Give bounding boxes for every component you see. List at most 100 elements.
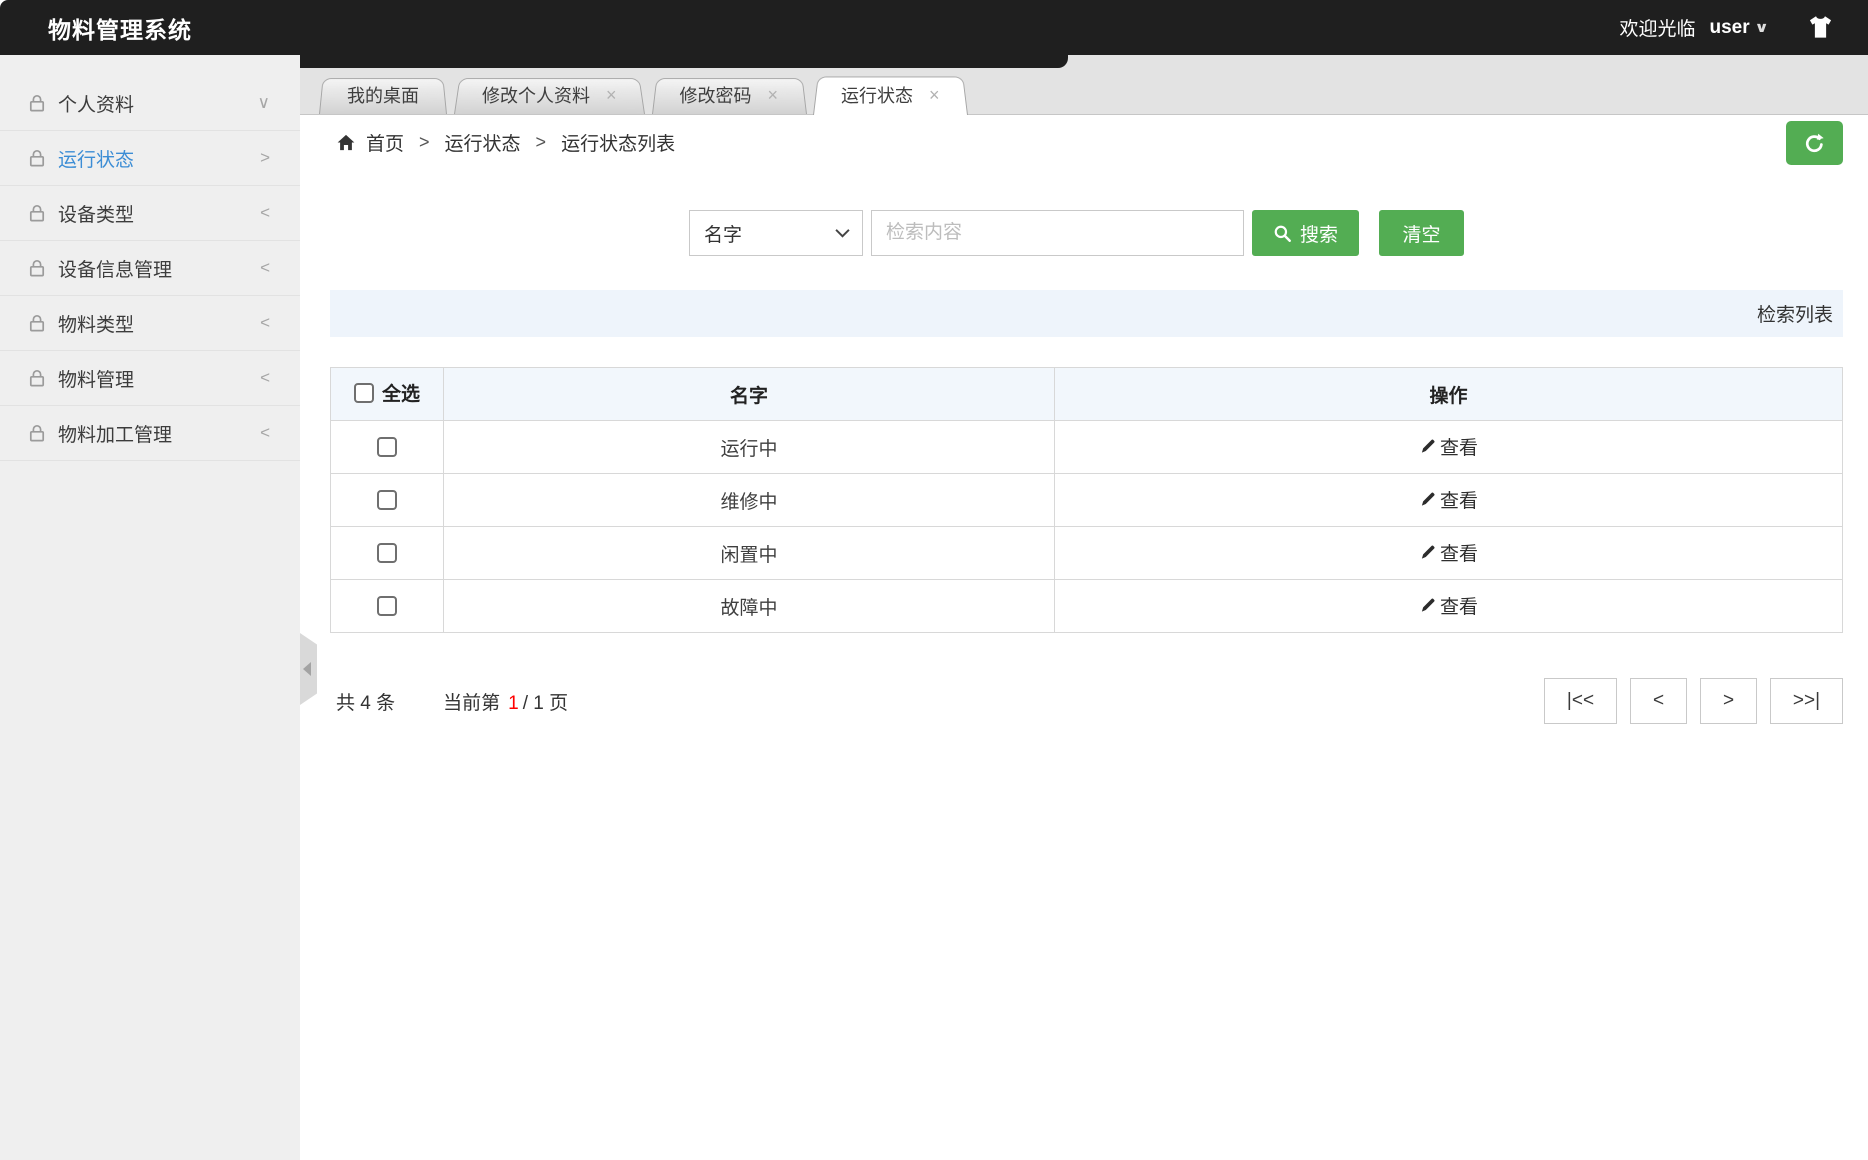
sidebar-item-个人资料[interactable]: 个人资料 ∨ <box>0 76 300 131</box>
lock-icon <box>29 259 45 277</box>
last-page-button[interactable]: >>| <box>1770 678 1843 724</box>
tab-label: 我的桌面 <box>347 86 419 106</box>
current-page-number: 1 <box>508 692 519 714</box>
sidebar-item-chevron-icon: < <box>260 203 270 222</box>
sidebar-item-label: 个人资料 <box>58 94 135 116</box>
tab-运行状态[interactable]: 运行状态 × <box>813 74 968 115</box>
breadcrumb-separator: > <box>419 132 430 152</box>
view-action-link[interactable]: 查看 <box>1419 486 1478 513</box>
breadcrumb-item[interactable]: 运行状态列表 <box>561 129 675 156</box>
username: user <box>1709 16 1750 38</box>
chevron-down-icon <box>835 229 850 238</box>
table-row: 闲置中 查看 <box>330 526 1843 580</box>
app-header: 物料管理系统 欢迎光临 user ∨ <box>0 0 1868 55</box>
pencil-icon <box>1421 439 1435 453</box>
refresh-button[interactable] <box>1786 121 1843 165</box>
first-page-button[interactable]: |<< <box>1544 678 1617 724</box>
sidebar-item-物料加工管理[interactable]: 物料加工管理 < <box>0 406 300 461</box>
sidebar: 个人资料 ∨ 运行状态 > 设备类型 < 设备信息管理 < 物料类型 < 物料管理 < 物料加工管理 < <box>0 55 300 1160</box>
close-icon[interactable]: × <box>606 86 617 104</box>
clear-button[interactable]: 清空 <box>1379 210 1464 256</box>
lock-icon <box>29 369 45 387</box>
search-icon <box>1274 225 1291 242</box>
select-all-checkbox[interactable] <box>353 382 374 403</box>
sidebar-item-label: 物料加工管理 <box>58 424 173 446</box>
sidebar-item-物料类型[interactable]: 物料类型 < <box>0 296 300 351</box>
row-name: 运行中 <box>443 420 1055 474</box>
action-column-header: 操作 <box>1054 367 1843 421</box>
sidebar-item-运行状态[interactable]: 运行状态 > <box>0 131 300 186</box>
select-all-header: 全选 <box>330 367 444 421</box>
table-row: 维修中 查看 <box>330 473 1843 527</box>
search-field-value: 名字 <box>704 224 743 246</box>
sidebar-collapse-handle[interactable] <box>300 633 317 705</box>
sidebar-item-chevron-icon: < <box>260 368 270 387</box>
sidebar-item-label: 物料类型 <box>58 314 135 336</box>
search-field-select[interactable]: 名字 <box>689 210 863 256</box>
breadcrumb-item[interactable]: 运行状态 <box>445 129 521 156</box>
chevron-left-icon <box>303 662 311 676</box>
list-panel-title: 检索列表 <box>1756 305 1833 326</box>
close-icon[interactable]: × <box>768 86 779 104</box>
total-count-text: 共 4 条 <box>336 692 396 714</box>
next-page-button[interactable]: > <box>1700 678 1757 724</box>
row-name: 闲置中 <box>443 526 1055 580</box>
list-panel-bar: 检索列表 <box>330 290 1843 337</box>
sidebar-item-chevron-icon: < <box>260 313 270 332</box>
sidebar-item-label: 设备信息管理 <box>58 259 173 281</box>
table-header-row: 全选 名字 操作 <box>330 367 1843 421</box>
breadcrumb: 首页 > 运行状态 > 运行状态列表 <box>300 115 1868 170</box>
pagination: 共 4 条 当前第 1/ 1 页 |<< < > >>| <box>330 678 1843 724</box>
sidebar-item-chevron-icon: < <box>260 423 270 442</box>
lock-icon <box>29 149 45 167</box>
row-checkbox[interactable] <box>377 595 397 616</box>
user-menu[interactable]: user ∨ <box>1709 16 1769 39</box>
welcome-text: 欢迎光临 <box>1619 19 1696 40</box>
sidebar-item-label: 物料管理 <box>58 369 135 391</box>
sidebar-item-chevron-icon: < <box>260 258 270 277</box>
breadcrumb-separator: > <box>535 132 547 152</box>
sidebar-item-label: 设备类型 <box>58 204 135 226</box>
pencil-icon <box>1421 545 1435 559</box>
view-action-link[interactable]: 查看 <box>1419 592 1478 619</box>
breadcrumb-item[interactable]: 首页 <box>366 129 404 156</box>
table-row: 故障中 查看 <box>330 579 1843 633</box>
chevron-down-icon: ∨ <box>1753 19 1769 35</box>
tab-我的桌面[interactable]: 我的桌面 <box>319 76 447 114</box>
pencil-icon <box>1421 492 1435 506</box>
name-column-header: 名字 <box>443 367 1055 421</box>
view-action-link[interactable]: 查看 <box>1419 539 1478 566</box>
app-title: 物料管理系统 <box>48 16 192 43</box>
tab-label: 运行状态 <box>841 85 914 106</box>
view-action-link[interactable]: 查看 <box>1419 433 1478 460</box>
tab-修改密码[interactable]: 修改密码 × <box>652 76 807 114</box>
tab-label: 修改个人资料 <box>482 86 590 106</box>
prev-page-button[interactable]: < <box>1630 678 1687 724</box>
row-checkbox[interactable] <box>377 436 397 457</box>
row-checkbox[interactable] <box>377 489 397 510</box>
header-dark-strip <box>300 55 1068 68</box>
sidebar-item-chevron-icon: ∨ <box>257 93 270 112</box>
results-table: 全选 名字 操作 运行中 查看 维修中 查看 闲置中 查看 故障中 查看 <box>330 367 1843 633</box>
sidebar-item-chevron-icon: > <box>260 148 270 167</box>
row-checkbox[interactable] <box>377 542 397 563</box>
home-icon <box>336 133 356 152</box>
tab-修改个人资料[interactable]: 修改个人资料 × <box>454 76 645 114</box>
search-button[interactable]: 搜索 <box>1252 210 1359 256</box>
tab-label: 修改密码 <box>679 86 752 106</box>
refresh-icon <box>1805 133 1824 152</box>
theme-tshirt-icon[interactable] <box>1807 15 1834 40</box>
row-name: 故障中 <box>443 579 1055 633</box>
sidebar-item-设备信息管理[interactable]: 设备信息管理 < <box>0 241 300 296</box>
pencil-icon <box>1421 598 1435 612</box>
search-input[interactable] <box>871 210 1244 256</box>
sidebar-item-设备类型[interactable]: 设备类型 < <box>0 186 300 241</box>
lock-icon <box>29 314 45 332</box>
table-row: 运行中 查看 <box>330 420 1843 474</box>
sidebar-item-物料管理[interactable]: 物料管理 < <box>0 351 300 406</box>
close-icon[interactable]: × <box>929 86 940 104</box>
lock-icon <box>29 94 45 112</box>
tab-strip: 我的桌面 修改个人资料 × 修改密码 × 运行状态 × <box>300 55 1868 115</box>
lock-icon <box>29 424 45 442</box>
sidebar-item-label: 运行状态 <box>58 149 135 171</box>
